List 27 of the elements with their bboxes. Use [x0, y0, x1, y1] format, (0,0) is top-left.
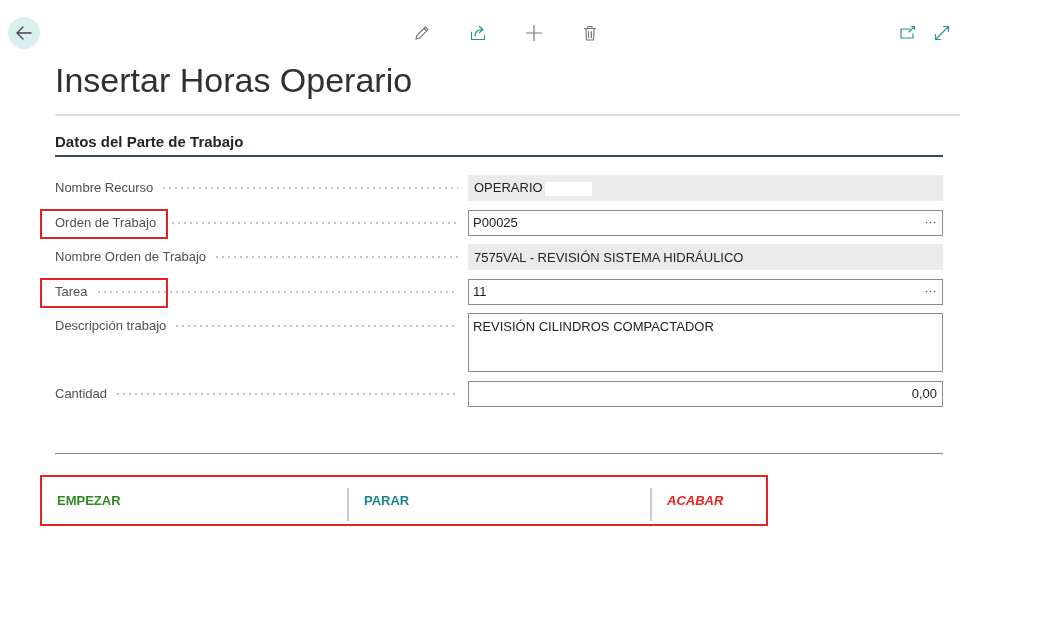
expand-icon[interactable] [933, 24, 951, 42]
add-icon[interactable] [525, 24, 543, 42]
action-button[interactable]: EMPEZAR [55, 490, 123, 510]
action-button[interactable]: PARAR [362, 490, 412, 510]
section-title: Datos del Parte de Trabajo [55, 133, 244, 150]
field-label: Orden de Trabajo [55, 213, 157, 232]
field-label: Nombre Recurso [55, 179, 154, 197]
action-button[interactable]: ACABAR [665, 490, 726, 510]
field-label: Cantidad [55, 384, 108, 403]
back-arrow-icon [15, 24, 33, 42]
edit-icon[interactable] [413, 24, 431, 42]
number-field[interactable]: 0,00 [468, 380, 943, 407]
readonly-field: 7575VAL - REVISIÓN SISTEMA HIDRÁULICO [468, 244, 943, 270]
field-label: Nombre Orden de Trabajo [55, 248, 207, 266]
page-title: Insertar Horas Operario [55, 61, 413, 99]
back-button[interactable] [8, 17, 40, 49]
field-label: Descripción trabajo [55, 317, 167, 335]
ellipsis-icon [925, 221, 936, 224]
field-label: Tarea [55, 282, 88, 301]
share-icon[interactable] [469, 24, 487, 42]
text-area[interactable]: REVISIÓN CILINDROS COMPACTADOR [468, 313, 943, 372]
open-in-window-icon[interactable] [899, 24, 917, 42]
lookup-field[interactable]: 11 [468, 278, 943, 305]
lookup-field[interactable]: P00025 [468, 209, 943, 236]
ellipsis-icon [925, 290, 936, 293]
readonly-field: OPERARIO [468, 175, 943, 201]
delete-icon[interactable] [581, 24, 599, 42]
